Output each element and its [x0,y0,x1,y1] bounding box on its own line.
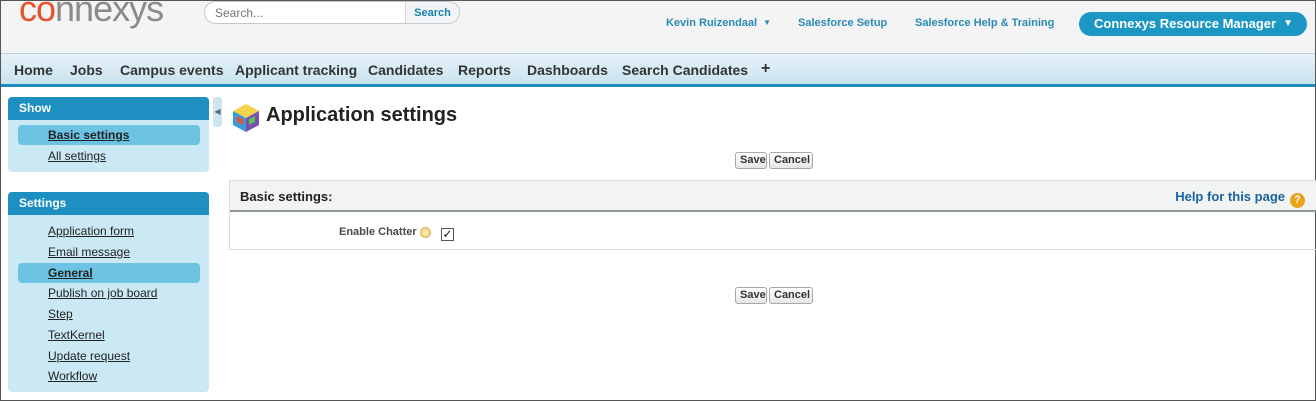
sidebar-item-application-form[interactable]: Application form [18,221,200,241]
tab-dashboards[interactable]: Dashboards [527,62,608,78]
caret-down-icon: ▼ [763,18,771,27]
help-icon: ? [1290,193,1305,208]
tab-reports[interactable]: Reports [458,62,511,78]
sidebar-show-panel: Show Basic settings All settings [8,97,209,172]
help-training-link[interactable]: Salesforce Help & Training [915,17,1054,29]
sidebar-item-textkernel[interactable]: TextKernel [18,325,200,345]
sidebar-item-all-settings[interactable]: All settings [18,146,200,166]
sidebar-item-email-message[interactable]: Email message [18,242,200,262]
user-menu[interactable]: Kevin Ruizendaal ▼ [666,17,771,29]
cancel-button-bottom[interactable]: Cancel [769,287,813,304]
info-icon[interactable] [420,227,431,238]
sidebar-item-step[interactable]: Step [18,304,200,324]
sidebar-settings-title: Settings [8,192,209,215]
tab-jobs[interactable]: Jobs [70,62,103,78]
page-title: Application settings [266,104,458,126]
logo-rest: nnexys [55,0,164,29]
enable-chatter-label: Enable Chatter [339,226,417,238]
sidebar-item-general[interactable]: General [18,263,200,283]
tab-campus-events[interactable]: Campus events [120,62,223,78]
cancel-button-top[interactable]: Cancel [769,152,813,169]
enable-chatter-checkbox[interactable]: ✓ [441,228,454,241]
logo-accent: co [19,0,56,29]
tab-applicant-tracking[interactable]: Applicant tracking [235,62,357,78]
tab-home[interactable]: Home [14,62,53,78]
chevron-left-icon: ◀ [214,107,221,116]
connexys-logo[interactable]: connexys [19,0,164,29]
sidebar-item-workflow[interactable]: Workflow [18,366,200,386]
sidebar-show-title: Show [8,97,209,120]
help-for-page-link[interactable]: Help for this page? [1175,189,1305,208]
salesforce-setup-link[interactable]: Salesforce Setup [798,17,887,29]
save-button-bottom[interactable]: Save [735,287,767,304]
search-button[interactable]: Search [405,2,459,23]
sidebar-item-publish-job-board[interactable]: Publish on job board [18,283,200,303]
sidebar-item-basic-settings[interactable]: Basic settings [18,125,200,145]
help-for-page-label: Help for this page [1175,189,1285,204]
app-switcher-button[interactable]: Connexys Resource Manager ▼ [1079,12,1307,36]
global-search: Search [204,1,460,24]
cube-icon [232,103,260,133]
section-title: Basic settings: [240,189,333,204]
tab-search-candidates[interactable]: Search Candidates [622,62,748,78]
tab-candidates[interactable]: Candidates [368,62,443,78]
tab-bar: Home Jobs Campus events Applicant tracki… [1,53,1315,87]
user-menu-label: Kevin Ruizendaal [666,17,758,29]
sidebar-collapse-handle[interactable]: ◀ [213,97,222,127]
global-header: connexys Search Kevin Ruizendaal ▼ Salesf… [1,0,1315,53]
section-header: Basic settings: Help for this page? [230,181,1316,212]
basic-settings-section: Basic settings: Help for this page? Enab… [229,180,1316,250]
sidebar-item-update-request[interactable]: Update request [18,346,200,366]
search-input[interactable] [205,2,405,23]
caret-down-icon: ▼ [1283,18,1293,29]
save-button-top[interactable]: Save [735,152,767,169]
add-tab-plus-icon[interactable]: + [761,60,770,78]
app-switcher-label: Connexys Resource Manager [1094,16,1277,31]
sidebar-settings-panel: Settings Application form Email message … [8,192,209,392]
